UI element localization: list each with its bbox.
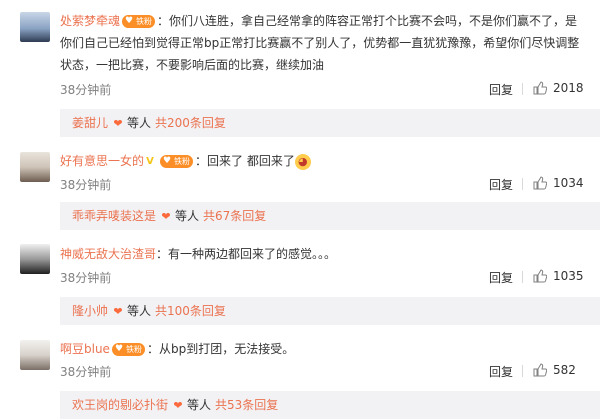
reply-count-link[interactable]: 共200条回复 — [155, 116, 226, 130]
comment-text: 从bp到打团，无法接受。 — [158, 342, 295, 356]
reply-username[interactable]: 姜甜儿 — [72, 116, 108, 130]
reply-button[interactable]: 回复 — [489, 81, 513, 98]
verified-icon: V — [146, 155, 154, 167]
heart-icon: ❤ — [173, 398, 183, 412]
reply-button[interactable]: 回复 — [489, 269, 513, 286]
fan-badge[interactable]: 铁粉 — [122, 15, 156, 28]
like-count: 582 — [553, 363, 576, 377]
avatar[interactable] — [20, 340, 50, 370]
comment-username[interactable]: 好有意思一女的 — [60, 154, 144, 168]
divider — [522, 178, 523, 190]
reply-preview[interactable]: 姜甜儿 ❤ 等人 共200条回复 — [60, 109, 600, 137]
thumbs-up-icon[interactable] — [533, 176, 547, 190]
reply-preview[interactable]: 欢王岗的剔必扑街 ❤ 等人 共53条回复 — [60, 391, 600, 419]
thumbs-up-icon[interactable] — [533, 363, 547, 377]
comment-username[interactable]: 处萦梦牵魂 — [60, 14, 120, 28]
reply-others: 等人 — [175, 209, 200, 223]
comment-time: 38分钟前 — [60, 83, 112, 97]
avatar[interactable] — [20, 12, 50, 42]
avatar[interactable] — [20, 244, 50, 274]
comment-body: 啊豆blue铁粉：从bp到打团，无法接受。 — [60, 338, 580, 360]
reply-button[interactable]: 回复 — [489, 363, 513, 380]
comment-username[interactable]: 神威无敌大治渣哥 — [60, 247, 156, 261]
fan-badge[interactable]: 铁粉 — [111, 343, 145, 356]
reply-username[interactable]: 隆小帅 — [72, 304, 108, 318]
divider — [522, 365, 523, 377]
reply-others: 等人 — [127, 304, 152, 318]
comment-body: 好有意思一女的V铁粉：回来了 都回来了◕ — [60, 150, 580, 172]
reply-count-link[interactable]: 共100条回复 — [155, 304, 226, 318]
reply-username[interactable]: 欢王岗的剔必扑街 — [72, 398, 168, 412]
fan-badge[interactable]: 铁粉 — [160, 155, 194, 168]
divider — [522, 83, 523, 95]
like-count: 2018 — [553, 81, 584, 95]
reply-preview[interactable]: 乖乖弄唛装这是 ❤ 等人 共67条回复 — [60, 202, 600, 230]
reply-count-link[interactable]: 共53条回复 — [215, 398, 278, 412]
comment-time: 38分钟前 — [60, 178, 112, 192]
comment-text: 有一种两边都回来了的感觉。。。 — [168, 247, 337, 261]
heart-icon: ❤ — [161, 209, 171, 223]
reply-preview[interactable]: 隆小帅 ❤ 等人 共100条回复 — [60, 297, 600, 325]
comment-time: 38分钟前 — [60, 271, 112, 285]
reply-others: 等人 — [127, 116, 152, 130]
reply-count-link[interactable]: 共67条回复 — [203, 209, 266, 223]
heart-icon: ❤ — [113, 304, 123, 318]
reply-others: 等人 — [187, 398, 212, 412]
comment-time: 38分钟前 — [60, 365, 112, 379]
divider — [522, 271, 523, 283]
reply-username[interactable]: 乖乖弄唛装这是 — [72, 209, 156, 223]
reply-button[interactable]: 回复 — [489, 176, 513, 193]
like-count: 1034 — [553, 176, 584, 190]
comment-text: 回来了 都回来了 — [207, 154, 295, 168]
avatar[interactable] — [20, 152, 50, 182]
comment-body: 处萦梦牵魂铁粉：你们八连胜，拿自己经常拿的阵容正常打个比赛不会吗，不是你们赢不了… — [60, 10, 580, 76]
comment-username[interactable]: 啊豆blue — [60, 342, 110, 356]
comment-body: 神威无敌大治渣哥：有一种两边都回来了的感觉。。。 — [60, 247, 337, 261]
heart-icon: ❤ — [113, 116, 123, 130]
blush-emoji-icon: ◕ — [294, 153, 311, 170]
thumbs-up-icon[interactable] — [533, 81, 547, 95]
like-count: 1035 — [553, 269, 584, 283]
thumbs-up-icon[interactable] — [533, 269, 547, 283]
